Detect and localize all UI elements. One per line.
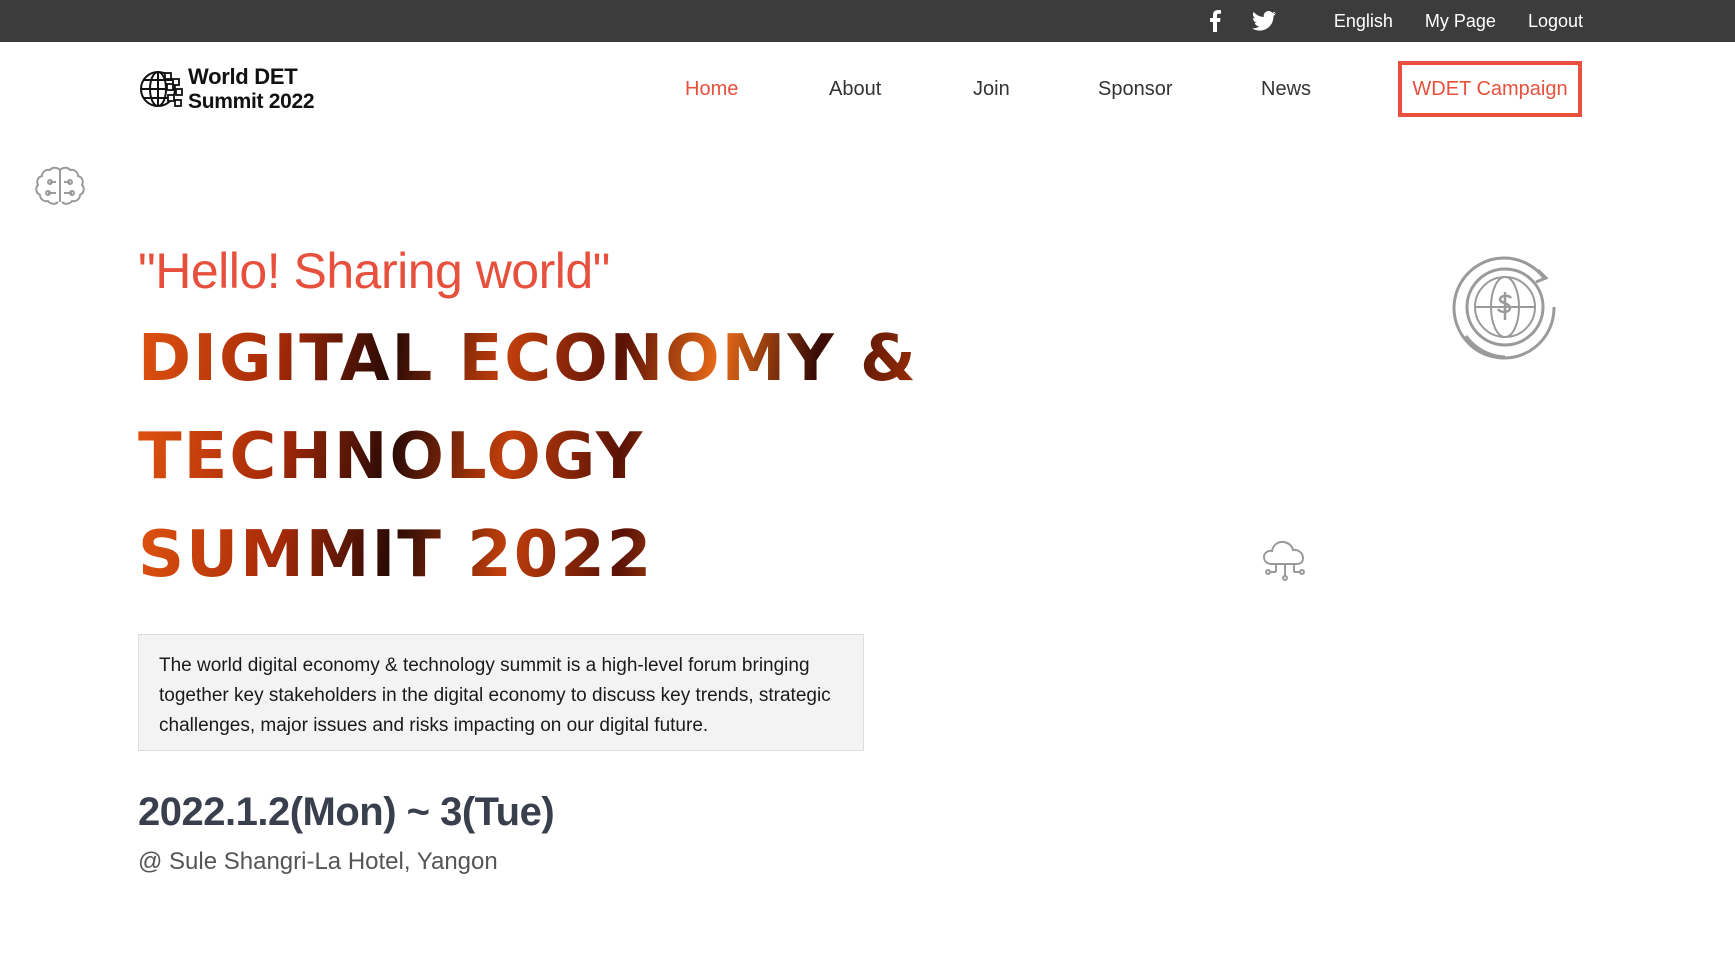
logout-link[interactable]: Logout xyxy=(1528,11,1583,32)
hero-tagline: "Hello! Sharing world" xyxy=(138,243,610,299)
globe-dollar-icon xyxy=(1446,248,1564,371)
event-venue: @ Sule Shangri-La Hotel, Yangon xyxy=(138,848,498,875)
event-date: 2022.1.2(Mon) ~ 3(Tue) xyxy=(138,790,555,834)
cloud-network-icon xyxy=(1262,538,1308,589)
brain-icon xyxy=(34,166,86,217)
main-nav: Home About Join Sponsor News WDET Campai… xyxy=(0,42,1735,138)
nav-about[interactable]: About xyxy=(829,78,881,101)
nav-sponsor[interactable]: Sponsor xyxy=(1098,78,1173,101)
hero-title: DIGITAL ECONOMY & TECHNOLOGY SUMMIT 2022 xyxy=(138,310,938,604)
language-link[interactable]: English xyxy=(1334,11,1393,32)
my-page-link[interactable]: My Page xyxy=(1425,11,1496,32)
nav-news[interactable]: News xyxy=(1261,78,1311,101)
summit-description: The world digital economy & technology s… xyxy=(138,634,864,751)
nav-wdet-campaign[interactable]: WDET Campaign xyxy=(1398,61,1582,117)
hero-title-line-1: DIGITAL ECONOMY & xyxy=(138,310,938,408)
nav-join[interactable]: Join xyxy=(973,78,1010,101)
hero-title-line-3: SUMMIT 2022 xyxy=(138,506,938,604)
nav-home[interactable]: Home xyxy=(685,78,738,101)
facebook-icon[interactable] xyxy=(1204,10,1226,32)
twitter-icon[interactable] xyxy=(1251,10,1276,32)
top-utility-bar: English My Page Logout xyxy=(0,0,1735,42)
hero-title-line-2: TECHNOLOGY xyxy=(138,408,938,506)
site-header: World DET Summit 2022 Home About Join Sp… xyxy=(0,42,1735,138)
